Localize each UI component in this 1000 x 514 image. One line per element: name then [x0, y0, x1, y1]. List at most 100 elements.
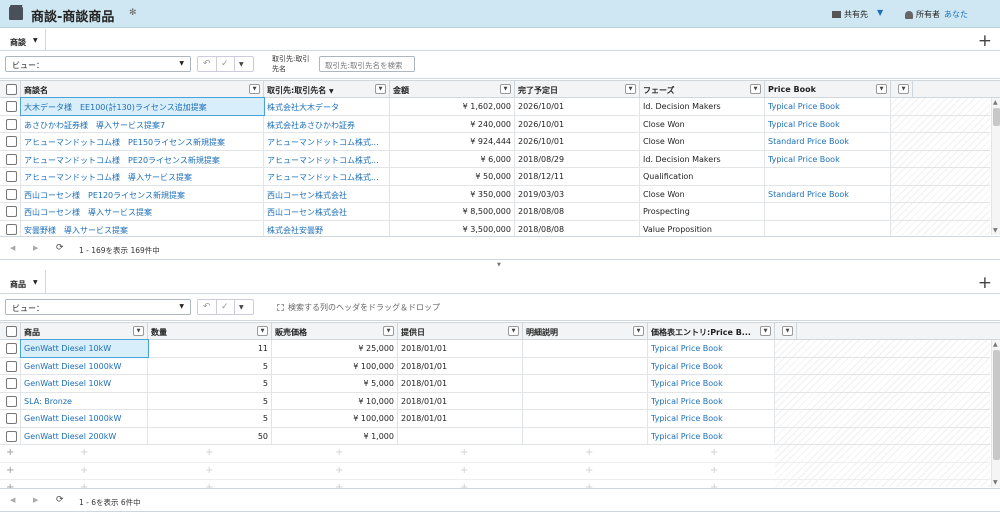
price-book-link[interactable]: Typical Price Book [765, 150, 891, 167]
row-checkbox[interactable] [6, 101, 17, 112]
account-name-link[interactable]: 西山コーセン株式会社 [264, 185, 390, 202]
account-name-link[interactable]: 西山コーセン株式会社 [264, 203, 390, 220]
filter-dropdown-icon[interactable]: ▼ [508, 326, 519, 336]
filter-dropdown-icon[interactable]: ▼ [249, 84, 260, 94]
opportunity-name-link[interactable]: 安曇野様 導入サービス提案 [21, 220, 264, 237]
filter-dropdown-icon[interactable]: ▼ [500, 84, 511, 94]
amount-cell[interactable]: ¥ 240,000 [390, 115, 515, 132]
table-row[interactable]: GenWatt Diesel 10kW 11 ¥ 25,000 2018/01/01 T… [0, 339, 990, 358]
new-row[interactable]: + + + + + + + [0, 445, 990, 463]
phase-cell[interactable]: Id. Decision Makers [640, 150, 765, 167]
price-book-entry-link[interactable]: Typical Price Book [648, 410, 775, 427]
vertical-scrollbar[interactable]: ▲ ▼ [991, 340, 1000, 487]
sales-price-cell[interactable]: ¥ 100,000 [272, 410, 398, 427]
service-date-cell[interactable]: 2018/01/01 [398, 392, 523, 409]
row-checkbox[interactable] [6, 360, 17, 372]
table-row[interactable]: GenWatt Diesel 1000kW 5 ¥ 100,000 2018/01/0… [0, 357, 990, 375]
opportunity-name-link[interactable]: 西山コーセン様 PE120ライセンス新規提案 [21, 185, 264, 202]
quantity-cell[interactable]: 11 [148, 340, 272, 357]
close-date-cell[interactable]: 2018/12/11 [515, 168, 640, 185]
next-page-icon[interactable]: ▶ [33, 244, 38, 252]
tab-opportunity[interactable]: 商談 ▼ [0, 29, 46, 51]
opportunity-name-link[interactable]: 大木データ様 EE100(計130)ライセンス追加提案 [20, 97, 265, 116]
sales-price-cell[interactable]: ¥ 10,000 [272, 392, 398, 409]
table-row[interactable]: 西山コーセン様 導入サービス提案 西山コーセン株式会社 ¥ 8,500,000 201… [0, 203, 990, 221]
account-name-link[interactable]: 株式会社大木データ [264, 98, 390, 115]
col-header[interactable]: 販売価格 ▼ [272, 323, 398, 339]
close-date-cell[interactable]: 2018/08/29 [515, 150, 640, 167]
share-button[interactable]: 共有先 [832, 9, 868, 20]
table-row[interactable]: アヒューマンドットコム様 導入サービス提案 アヒューマンドットコム株式... ¥ 5… [0, 168, 990, 186]
prev-page-icon[interactable]: ◀ [10, 496, 15, 504]
service-date-cell[interactable]: 2018/01/01 [398, 375, 523, 392]
line-description-cell[interactable] [523, 340, 648, 357]
col-header[interactable]: 数量 ▼ [148, 323, 272, 339]
row-checkbox[interactable] [6, 118, 17, 130]
table-row[interactable]: SLA: Bronze 5 ¥ 10,000 2018/01/01 Typical Pr… [0, 392, 990, 410]
quantity-cell[interactable]: 5 [148, 392, 272, 409]
col-header[interactable]: 商談名 ▼ [21, 81, 264, 97]
account-name-link[interactable]: アヒューマンドットコム株式... [264, 168, 390, 185]
amount-cell[interactable]: ¥ 3,500,000 [390, 220, 515, 237]
line-description-cell[interactable] [523, 357, 648, 374]
row-checkbox[interactable] [6, 206, 17, 217]
chevron-down-icon[interactable]: ▼ [33, 37, 38, 44]
scroll-down-icon[interactable]: ▼ [993, 479, 998, 486]
add-row-icon[interactable]: + [6, 447, 14, 458]
price-book-entry-link[interactable]: Typical Price Book [648, 340, 775, 357]
account-name-link[interactable]: 株式会社安曇野 [264, 220, 390, 237]
quantity-cell[interactable]: 50 [148, 427, 272, 444]
filter-dropdown-icon[interactable]: ▼ [257, 326, 268, 336]
table-row[interactable]: アヒューマンドットコム様 PE20ライセンス新規提案 アヒューマンドットコム株式.… [0, 150, 990, 168]
new-row[interactable]: + + + + + + + [0, 463, 990, 480]
service-date-cell[interactable]: 2018/01/01 [398, 357, 523, 374]
check-icon[interactable]: ✓ [221, 302, 229, 312]
price-book-link[interactable] [765, 220, 891, 237]
price-book-link[interactable]: Standard Price Book [765, 133, 891, 150]
owner-value[interactable]: あなた [944, 10, 968, 19]
table-row[interactable]: あさひかわ証券様 導入サービス提案7 株式会社あさひかわ証券 ¥ 240,000 20… [0, 115, 990, 133]
close-date-cell[interactable]: 2026/10/01 [515, 115, 640, 132]
service-date-cell[interactable]: 2018/01/01 [398, 340, 523, 357]
table-row[interactable]: 大木データ様 EE100(計130)ライセンス追加提案 株式会社大木データ ¥ 1,… [0, 97, 990, 116]
column-menu-icon[interactable]: ▼ [898, 84, 909, 94]
product-name-link[interactable]: GenWatt Diesel 10kW [21, 375, 148, 392]
splitter[interactable]: ▼ [0, 262, 1000, 268]
filter-dropdown-icon[interactable]: ▼ [750, 84, 761, 94]
opportunity-name-link[interactable]: あさひかわ証券様 導入サービス提案7 [21, 115, 264, 132]
share-dropdown-icon[interactable]: ▼ [877, 8, 883, 17]
line-description-cell[interactable] [523, 410, 648, 427]
quantity-cell[interactable]: 5 [148, 375, 272, 392]
phase-cell[interactable]: Qualification [640, 168, 765, 185]
select-all-checkbox[interactable] [6, 326, 17, 337]
price-book-entry-link[interactable]: Typical Price Book [648, 357, 775, 374]
scroll-up-icon[interactable]: ▲ [993, 99, 998, 106]
view-select[interactable]: ビュー： ▼ [5, 56, 191, 72]
col-header[interactable]: Price Book ▼ [765, 81, 891, 97]
product-name-link[interactable]: GenWatt Diesel 1000kW [21, 410, 148, 427]
phase-cell[interactable]: Value Proposition [640, 220, 765, 237]
opportunity-name-link[interactable]: アヒューマンドットコム様 PE20ライセンス新規提案 [21, 150, 264, 167]
col-header[interactable]: 価格表エントリ:Price B... ▼ [648, 323, 775, 339]
col-menu[interactable]: ▼ [775, 323, 797, 339]
col-header[interactable]: 提供日 ▼ [398, 323, 523, 339]
product-name-link[interactable]: GenWatt Diesel 200kW [21, 427, 148, 444]
filter-dropdown-icon[interactable]: ▼ [375, 84, 386, 94]
opportunity-name-link[interactable]: アヒューマンドットコム様 PE150ライセンス新規提案 [21, 133, 264, 150]
price-book-link[interactable] [765, 168, 891, 185]
phase-cell[interactable]: Id. Decision Makers [640, 98, 765, 115]
row-checkbox[interactable] [6, 343, 17, 354]
quantity-cell[interactable]: 5 [148, 357, 272, 374]
amount-cell[interactable]: ¥ 50,000 [390, 168, 515, 185]
chevron-down-icon[interactable]: ▼ [239, 304, 244, 311]
filter-dropdown-icon[interactable]: ▼ [625, 84, 636, 94]
service-date-cell[interactable]: 2018/01/01 [398, 410, 523, 427]
table-row[interactable]: GenWatt Diesel 10kW 5 ¥ 5,000 2018/01/01 Typ… [0, 375, 990, 393]
sales-price-cell[interactable]: ¥ 1,000 [272, 427, 398, 444]
row-checkbox[interactable] [6, 188, 17, 200]
table-row[interactable]: GenWatt Diesel 200kW 50 ¥ 1,000 Typical Pri… [0, 427, 990, 445]
add-row-icon[interactable]: + [6, 465, 14, 476]
amount-cell[interactable]: ¥ 6,000 [390, 150, 515, 167]
row-checkbox[interactable] [6, 378, 17, 389]
opportunity-name-link[interactable]: アヒューマンドットコム様 導入サービス提案 [21, 168, 264, 185]
